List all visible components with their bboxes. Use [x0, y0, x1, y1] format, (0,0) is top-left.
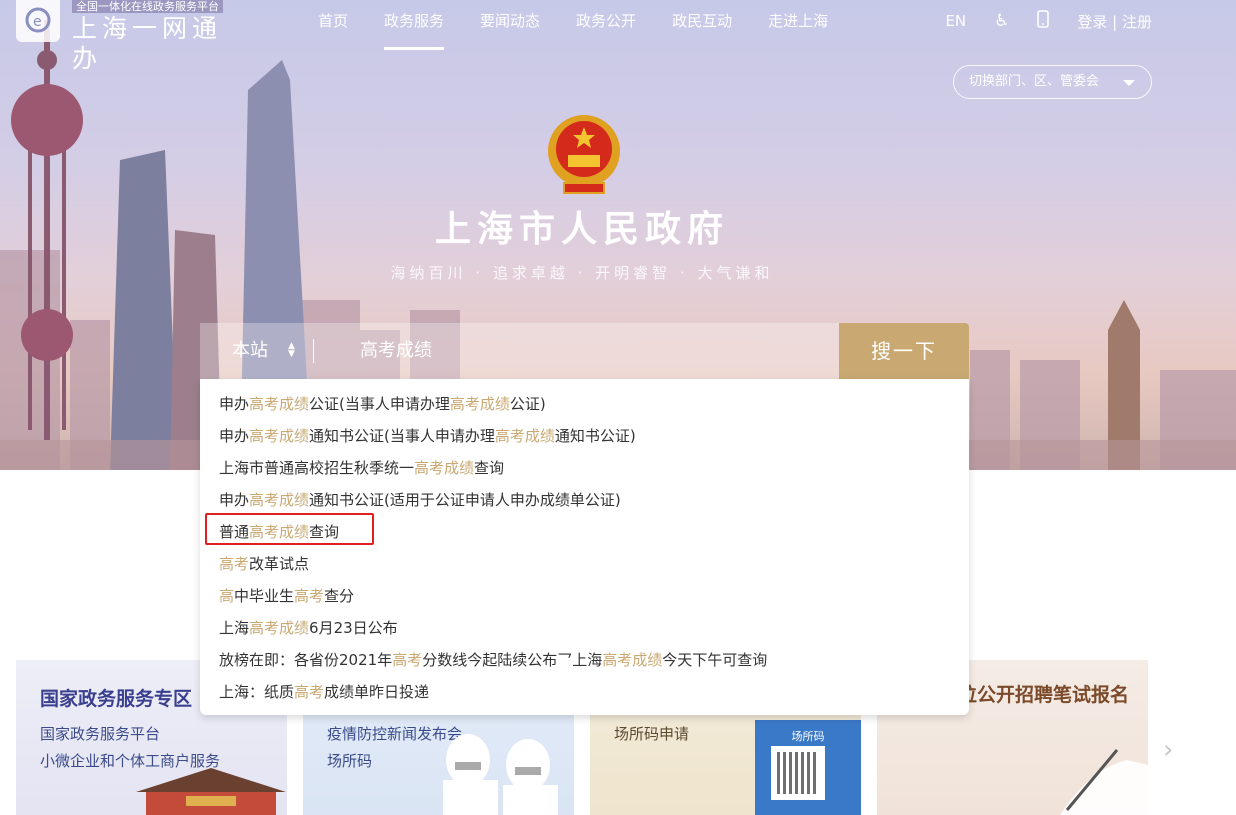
suggestion-text: 公证)	[509, 395, 546, 413]
suggestion-text: 成绩单昨日投递	[324, 683, 430, 701]
suggestion-text: 通知书公证(当事人申请办理	[309, 427, 495, 445]
tiananmen-image	[136, 768, 286, 815]
suggestion-item[interactable]: 高中毕业生高考查分	[200, 580, 969, 612]
suggestion-highlight: 高考成绩	[494, 427, 555, 445]
nav-gov-open[interactable]: 政务公开	[576, 0, 636, 44]
qr-card-label: 场所码	[791, 730, 825, 743]
qr-card-image: 场所码	[755, 720, 861, 815]
logo-icon: e	[16, 0, 60, 42]
mobile-icon[interactable]	[1037, 9, 1050, 33]
suggestion-highlight: 高考成绩	[249, 427, 310, 445]
government-slogan: 海纳百川 · 追求卓越 · 开明睿智 · 大气谦和	[390, 264, 774, 282]
nav-interaction[interactable]: 政民互动	[672, 0, 732, 44]
suggestion-text: 6月23日公布	[309, 619, 398, 637]
chevron-right-icon[interactable]: ›	[1163, 735, 1173, 765]
nav-news[interactable]: 要闻动态	[480, 0, 540, 44]
suggestion-text: 申办	[219, 427, 250, 445]
suggestion-item[interactable]: 高考改革试点	[200, 548, 969, 580]
suggestion-text: 上海：纸质	[219, 683, 295, 701]
suggestion-highlight: 高考	[392, 651, 423, 669]
suggestion-text: 今天下午可查询	[662, 651, 768, 669]
suggestion-item[interactable]: 上海高考成绩6月23日公布	[200, 612, 969, 644]
logo-tagline: 全国一体化在线政务服务平台	[72, 0, 223, 13]
suggestion-text: 申办	[219, 395, 250, 413]
login-register-link[interactable]: 登录 | 注册	[1077, 11, 1152, 32]
suggestion-text: 改革试点	[249, 555, 310, 573]
suggestion-text: 查询	[474, 459, 505, 477]
health-workers-image	[443, 734, 558, 815]
top-right-tools: EN ♿ 登录 | 注册	[945, 0, 1152, 42]
search-suggestions-dropdown: 申办高考成绩公证(当事人申请办理高考成绩公证) 申办高考成绩通知书公证(当事人申请…	[200, 379, 969, 715]
suggestion-highlight: 高考	[294, 683, 325, 701]
suggestion-text: 查分	[324, 587, 355, 605]
search-input[interactable]	[360, 323, 820, 379]
government-title: 上海市人民政府	[434, 208, 729, 250]
suggestion-text: 分数线今起陆续公布乛上海	[422, 651, 603, 669]
caret-down-icon	[1123, 80, 1135, 86]
site-logo[interactable]: e 全国一体化在线政务服务平台 上海一网通办	[16, 0, 246, 73]
national-emblem-icon	[548, 115, 620, 194]
nav-home[interactable]: 首页	[318, 0, 348, 44]
search-scope-select[interactable]: 本站	[232, 323, 268, 379]
switch-department-dropdown[interactable]: 切换部门、区、管委会	[953, 65, 1152, 99]
writing-hand-image	[1060, 749, 1148, 815]
qr-code-icon	[771, 746, 825, 800]
accessibility-icon[interactable]: ♿	[994, 11, 1009, 31]
suggestion-highlight: 高	[219, 587, 235, 605]
svg-text:e: e	[33, 14, 42, 30]
english-link[interactable]: EN	[945, 12, 966, 30]
suggestion-text: 中毕业生	[234, 587, 295, 605]
card-title: 国家政务服务专区	[40, 688, 193, 710]
highlight-annotation-box	[205, 513, 374, 545]
suggestion-highlight: 高考成绩	[602, 651, 663, 669]
suggestion-item[interactable]: 放榜在即：各省份2021年高考分数线今起陆续公布乛上海高考成绩今天下午可查询	[200, 644, 969, 676]
suggestion-highlight: 高考成绩	[249, 619, 310, 637]
main-nav: 首页 政务服务 要闻动态 政务公开 政民互动 走进上海	[300, 0, 864, 50]
suggestion-item[interactable]: 申办高考成绩通知书公证(当事人申请办理高考成绩通知书公证)	[200, 420, 969, 452]
nav-about-shanghai[interactable]: 走进上海	[768, 0, 828, 44]
suggestion-highlight: 高考	[219, 555, 250, 573]
suggestion-text: 通知书公证)	[554, 427, 636, 445]
suggestion-text: 申办	[219, 491, 250, 509]
switch-label: 切换部门、区、管委会	[969, 74, 1100, 89]
suggestion-highlight: 高考成绩	[249, 395, 310, 413]
nav-gov-services[interactable]: 政务服务	[384, 0, 445, 50]
suggestion-item[interactable]: 申办高考成绩公证(当事人申请办理高考成绩公证)	[200, 388, 969, 420]
suggestion-text: 公证(当事人申请办理	[309, 395, 450, 413]
suggestion-highlight: 高考成绩	[249, 491, 310, 509]
suggestion-highlight: 高考成绩	[414, 459, 475, 477]
suggestion-text: 上海	[219, 619, 250, 637]
card-link[interactable]: 场所码	[327, 750, 372, 771]
suggestion-item[interactable]: 上海：纸质高考成绩单昨日投递	[200, 676, 969, 708]
suggestion-text: 通知书公证(适用于公证申请人申办成绩单公证)	[309, 491, 621, 509]
logo-name: 上海一网通办	[72, 14, 223, 73]
card-link[interactable]: 场所码申请	[614, 723, 689, 744]
sort-arrows-icon[interactable]: ▲ ▼	[288, 342, 295, 359]
search-bar: 本站 ▲ ▼	[200, 323, 840, 379]
suggestion-item[interactable]: 上海市普通高校招生秋季统一高考成绩查询	[200, 452, 969, 484]
suggestion-text: 上海市普通高校招生秋季统一	[219, 459, 415, 477]
search-button[interactable]: 搜一下	[839, 323, 969, 379]
suggestion-highlight: 高考成绩	[449, 395, 510, 413]
card-link[interactable]: 国家政务服务平台	[40, 723, 160, 744]
suggestion-highlight: 高考	[294, 587, 325, 605]
search-divider	[313, 339, 314, 363]
suggestion-item[interactable]: 申办高考成绩通知书公证(适用于公证申请人申办成绩单公证)	[200, 484, 969, 516]
suggestion-text: 放榜在即：各省份2021年	[219, 651, 393, 669]
